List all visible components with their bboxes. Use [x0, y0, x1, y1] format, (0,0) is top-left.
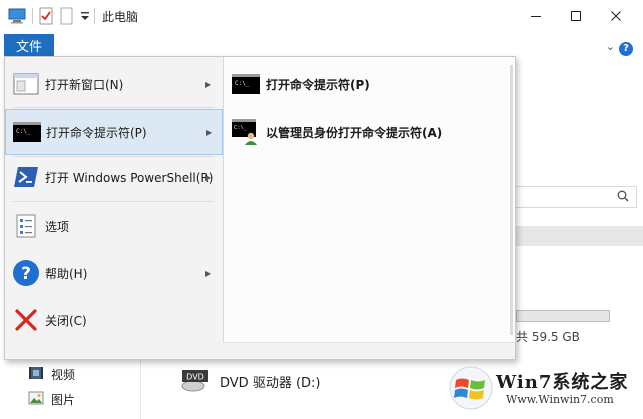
menu-divider	[13, 201, 213, 202]
menu-item-open-powershell[interactable]: 打开 Windows PowerShell(R) ▶	[5, 154, 223, 200]
menu-divider	[13, 107, 213, 108]
windows-logo-icon	[448, 364, 494, 419]
watermark: Win7系统之家 Www.Winwin7.com	[446, 362, 643, 419]
watermark-title: Win7系统之家	[496, 372, 629, 393]
submenu-item-label: 打开命令提示符(P)	[266, 77, 370, 92]
nav-item-label: 视频	[51, 368, 76, 382]
svg-text:C:\_: C:\_	[235, 80, 250, 87]
svg-text:C:\_: C:\_	[16, 128, 31, 135]
file-menu: 打开新窗口(N) ▶ C:\_ 打开命令提示符(P) ▶ 打开 Windows …	[4, 56, 516, 360]
menu-item-help[interactable]: ? 帮助(H) ▶	[5, 250, 223, 296]
close-button[interactable]	[593, 0, 639, 32]
title-bar: 此电脑	[0, 0, 643, 32]
submenu-scrollbar[interactable]	[510, 65, 513, 335]
pane-divider	[140, 356, 141, 419]
help-icon[interactable]: ?	[619, 42, 633, 56]
dvd-drive-icon: DVD	[180, 364, 210, 398]
menu-item-open-new-window[interactable]: 打开新窗口(N) ▶	[5, 61, 223, 107]
dvd-drive-label: DVD 驱动器 (D:)	[220, 375, 321, 391]
menu-item-options[interactable]: 选项	[5, 203, 223, 249]
pictures-icon	[28, 391, 44, 408]
cmd-icon: C:\_	[12, 117, 42, 147]
nav-item-label: 图片	[51, 393, 76, 407]
menu-item-close[interactable]: 关闭(C)	[5, 297, 223, 343]
svg-text:C:\_: C:\_	[234, 125, 248, 131]
properties-check-icon[interactable]	[39, 6, 53, 26]
options-icon	[11, 211, 41, 241]
group-header	[516, 226, 643, 246]
submenu-arrow-icon: ▶	[205, 268, 212, 278]
toolbar-divider	[32, 8, 33, 24]
watermark-url: Www.Winwin7.com	[506, 393, 614, 406]
menu-item-label: 关闭(C)	[45, 313, 87, 328]
menu-item-label: 打开新窗口(N)	[45, 77, 124, 92]
dvd-icon-text: DVD	[186, 373, 204, 382]
nav-item-pictures[interactable]: 图片	[28, 391, 75, 408]
new-folder-icon[interactable]	[60, 6, 73, 26]
menu-item-label: 帮助(H)	[45, 266, 88, 281]
nav-item-videos[interactable]: 视频	[28, 366, 75, 383]
menu-item-label: 选项	[45, 219, 70, 234]
disk-usage-bar	[516, 310, 610, 322]
close-x-icon	[11, 305, 41, 335]
file-menu-commands: 打开新窗口(N) ▶ C:\_ 打开命令提示符(P) ▶ 打开 Windows …	[5, 57, 223, 359]
window-title: 此电脑	[102, 10, 139, 24]
menu-item-open-cmd[interactable]: C:\_ 打开命令提示符(P) ▶	[5, 109, 223, 155]
submenu-arrow-icon: ▶	[206, 127, 213, 137]
file-tab[interactable]: 文件	[4, 34, 54, 56]
cmd-submenu: C:\_ 打开命令提示符(P) C:\_ 以管理员身份打开命令提示符(A)	[223, 57, 515, 343]
dropdown-arrow-icon[interactable]	[80, 6, 90, 26]
cmd-icon: C:\_	[232, 70, 260, 98]
search-icon[interactable]	[617, 190, 629, 202]
ribbon-expand-icon[interactable]: ⌄	[606, 40, 615, 53]
submenu-item-open-cmd[interactable]: C:\_ 打开命令提示符(P)	[232, 65, 508, 103]
svg-text:?: ?	[21, 264, 31, 284]
submenu-arrow-icon: ▶	[205, 79, 212, 89]
computer-icon[interactable]	[8, 6, 26, 26]
powershell-icon	[11, 162, 41, 192]
new-window-icon	[11, 69, 41, 99]
disk-usage-text: 共 59.5 GB	[516, 330, 580, 344]
submenu-item-label: 以管理员身份打开命令提示符(A)	[266, 125, 443, 140]
menu-item-label: 打开 Windows PowerShell(R)	[45, 170, 214, 185]
toolbar-divider	[94, 8, 95, 24]
cmd-admin-icon: C:\_	[232, 118, 260, 146]
submenu-arrow-icon: ▶	[205, 172, 212, 182]
dvd-drive-item[interactable]: DVD DVD 驱动器 (D:)	[180, 364, 320, 398]
videos-icon	[28, 366, 44, 383]
menu-item-label: 打开命令提示符(P)	[46, 125, 147, 140]
help-icon: ?	[11, 258, 41, 288]
submenu-item-open-cmd-admin[interactable]: C:\_ 以管理员身份打开命令提示符(A)	[232, 113, 508, 151]
